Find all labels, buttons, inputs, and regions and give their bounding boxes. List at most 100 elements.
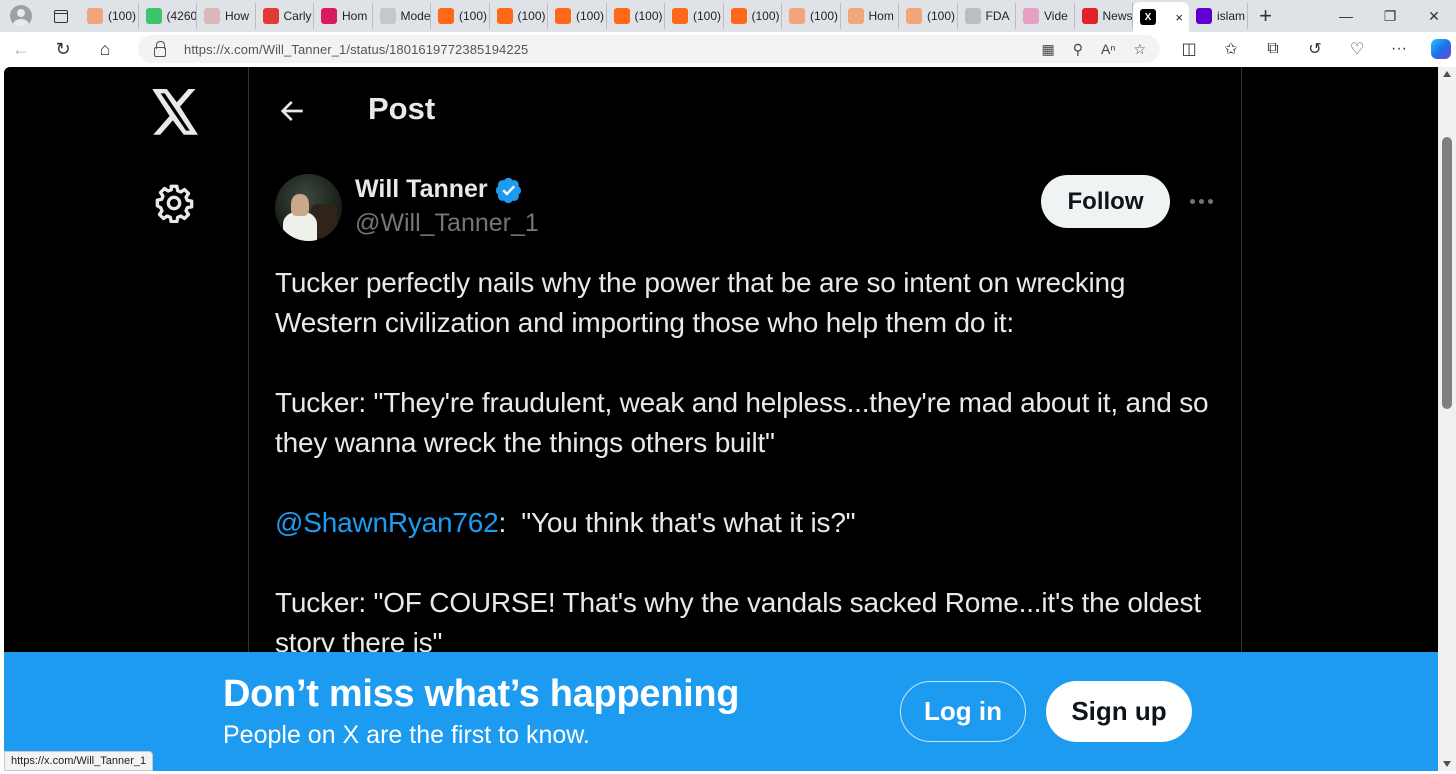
tab-favicon-icon: [1023, 8, 1039, 24]
author-handle[interactable]: @Will_Tanner_1: [355, 209, 539, 238]
tab-favicon-icon: [145, 8, 162, 24]
browser-tab[interactable]: News: [1075, 3, 1133, 29]
browser-tab[interactable]: How: [197, 3, 256, 29]
browser-tab[interactable]: (100): [665, 3, 724, 29]
browser-tab[interactable]: (4260: [139, 3, 197, 29]
tab-favicon-icon: [438, 8, 454, 24]
settings-gear-icon[interactable]: [154, 183, 194, 223]
tab-label: (4260: [166, 9, 197, 23]
tweet-paragraph: Tucker perfectly nails why the power tha…: [275, 267, 1133, 338]
banner-subtitle: People on X are the first to know.: [223, 721, 590, 749]
browser-tab[interactable]: (100): [80, 3, 139, 29]
close-tab-icon[interactable]: ×: [1175, 10, 1189, 25]
tweet-quote: : "You think that's what it is?": [498, 507, 856, 538]
browser-tab[interactable]: Carly: [256, 3, 314, 29]
collections-icon[interactable]: ⧉: [1252, 32, 1294, 66]
browser-tab[interactable]: islam: [1189, 3, 1248, 29]
address-bar-actions: ▦ ⚲ Aⁿ ☆: [1041, 35, 1146, 63]
mention-link[interactable]: @ShawnRyan762: [275, 507, 499, 538]
author-name[interactable]: Will Tanner: [355, 175, 488, 204]
tab-actions-button[interactable]: [42, 0, 80, 32]
scroll-down-arrow-icon[interactable]: [1443, 761, 1451, 767]
tab-label: islam: [1217, 9, 1246, 23]
scroll-thumb[interactable]: [1442, 137, 1452, 409]
close-window-button[interactable]: ✕: [1412, 0, 1456, 32]
tab-favicon-icon: [321, 8, 337, 24]
browser-tab[interactable]: (100): [548, 3, 607, 29]
address-bar[interactable]: https://x.com/Will_Tanner_1/status/18016…: [138, 35, 1160, 63]
tab-favicon-icon: [262, 8, 279, 24]
back-arrow-icon[interactable]: [276, 95, 308, 127]
browser-tab[interactable]: (100): [490, 3, 548, 29]
favorites-icon[interactable]: ✩: [1210, 32, 1252, 66]
browser-tab[interactable]: (100): [607, 3, 665, 29]
page-title: Post: [368, 91, 436, 126]
tab-favicon-icon: [555, 8, 571, 24]
browser-tab[interactable]: (100): [431, 3, 490, 29]
browser-tab[interactable]: (100): [899, 3, 958, 29]
tab-favicon-icon: [379, 8, 396, 24]
refresh-button[interactable]: ↻: [42, 32, 84, 66]
tab-label: (100): [693, 9, 722, 23]
browser-tab[interactable]: Vide: [1016, 3, 1075, 29]
browser-tab[interactable]: Hom: [314, 3, 373, 29]
app-available-icon[interactable]: ▦: [1041, 41, 1054, 58]
browser-tab[interactable]: (100): [782, 3, 841, 29]
tab-favicon-icon: [204, 8, 220, 24]
split-screen-icon[interactable]: ◫: [1168, 32, 1210, 66]
favorite-star-icon[interactable]: ☆: [1133, 41, 1146, 58]
signup-button[interactable]: Sign up: [1046, 681, 1192, 742]
tab-label: (100): [576, 9, 605, 23]
url-text[interactable]: https://x.com/Will_Tanner_1/status/18016…: [184, 42, 528, 57]
home-button[interactable]: ⌂: [84, 32, 126, 66]
banner-title: Don’t miss what’s happening: [223, 673, 740, 715]
back-button[interactable]: ←: [0, 32, 42, 66]
tab-favicon-icon: [1081, 8, 1098, 24]
more-menu-icon[interactable]: ···: [1378, 32, 1420, 66]
browser-tab[interactable]: (100): [724, 3, 782, 29]
tab-label: Carly: [283, 9, 312, 23]
minimize-button[interactable]: —: [1324, 0, 1368, 32]
tab-label: News: [1102, 9, 1133, 23]
page-scrollbar[interactable]: [1438, 67, 1456, 771]
verified-badge-icon[interactable]: [495, 177, 522, 204]
restore-button[interactable]: ❐: [1368, 0, 1412, 32]
tab-favicon-icon: [672, 8, 688, 24]
browser-tab[interactable]: Mode: [373, 3, 431, 29]
author-avatar[interactable]: [275, 174, 342, 241]
tab-favicon-icon: [613, 8, 630, 24]
browser-tab[interactable]: FDA: [958, 3, 1016, 29]
tab-label: (100): [517, 9, 546, 23]
tweet-paragraph: Tucker: "OF COURSE! That's why the vanda…: [275, 587, 1209, 658]
x-logo-icon[interactable]: [152, 89, 200, 135]
tab-list: (100) (4260 How Carly Hom Mode (100) (100) (100)…: [80, 0, 1248, 32]
more-options-icon[interactable]: [1184, 189, 1218, 213]
login-button[interactable]: Log in: [900, 681, 1026, 742]
tab-label: (100): [751, 9, 780, 23]
browser-extensions-area: ◫ ✩ ⧉ ↺ ♡ ···: [1168, 32, 1456, 66]
read-aloud-icon[interactable]: Aⁿ: [1101, 41, 1115, 57]
new-tab-button[interactable]: +: [1248, 0, 1284, 32]
browser-tab-strip: (100) (4260 How Carly Hom Mode (100) (100) (100)…: [0, 0, 1456, 32]
tab-favicon-icon: [906, 8, 922, 24]
window-controls: — ❐ ✕: [1324, 0, 1456, 32]
tab-favicon-icon: [847, 8, 864, 24]
follow-button[interactable]: Follow: [1041, 175, 1170, 228]
tab-favicon-icon: [730, 8, 747, 24]
tab-favicon-icon: [789, 8, 805, 24]
zoom-icon[interactable]: ⚲: [1073, 41, 1083, 58]
tab-label: Hom: [342, 9, 368, 23]
browser-essentials-icon[interactable]: ♡: [1336, 32, 1378, 66]
copilot-icon[interactable]: [1431, 39, 1451, 59]
browser-tab[interactable]: Hom: [841, 3, 899, 29]
tab-label: Vide: [1044, 9, 1068, 23]
tab-favicon-icon: [1196, 8, 1212, 24]
tweet-text: Tucker perfectly nails why the power tha…: [275, 263, 1215, 663]
history-icon[interactable]: ↺: [1294, 32, 1336, 66]
browser-toolbar: ← ↻ ⌂ https://x.com/Will_Tanner_1/status…: [0, 32, 1456, 66]
scroll-up-arrow-icon[interactable]: [1443, 71, 1451, 77]
browser-tab-active[interactable]: X ×: [1133, 2, 1189, 32]
profile-button[interactable]: [0, 0, 42, 32]
tab-label: (100): [108, 9, 137, 23]
tab-label: (100): [459, 9, 488, 23]
